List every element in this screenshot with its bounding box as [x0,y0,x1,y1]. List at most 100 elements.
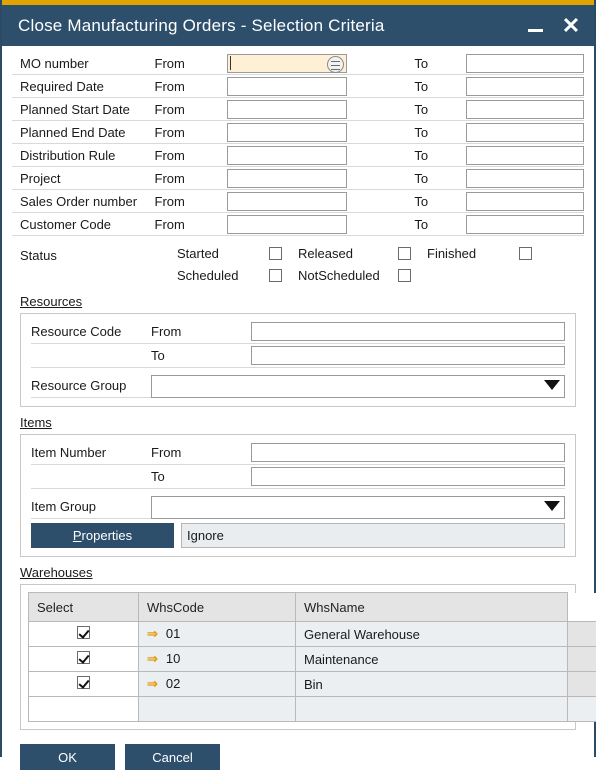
close-button[interactable]: ✕ [558,13,584,39]
table-row: ⇒02 Bin [29,672,596,697]
mo-number-to-wrap [466,54,584,73]
resource-group-select[interactable] [151,375,565,398]
resource-code-from-label: From [151,320,251,344]
properties-accel-letter: P [73,528,82,543]
project-from-input[interactable] [227,169,347,188]
customer-code-to-input[interactable] [466,215,584,234]
criteria-to-cell [466,98,584,121]
criteria-to-label: To [404,75,466,98]
criteria-label: Required Date [12,75,155,98]
status-notscheduled-label: NotScheduled [298,268,380,283]
properties-value-field[interactable]: Ignore [181,523,565,548]
chevron-down-icon[interactable] [544,380,560,390]
status-finished-checkbox[interactable] [519,247,532,260]
link-arrow-icon[interactable]: ⇒ [147,651,158,667]
table-row: ⇒ 10 Maintenance [29,647,596,672]
criteria-from-label: From [155,144,228,167]
planned-start-date-to-input[interactable] [466,100,584,119]
criteria-row: Customer Code From To [12,213,584,236]
title-bar: Close Manufacturing Orders - Selection C… [2,5,594,46]
row-checkbox[interactable] [77,651,90,664]
resource-group-label: Resource Group [31,374,151,398]
distribution-rule-from-input[interactable] [227,146,347,165]
row-name-cell: General Warehouse [296,622,568,647]
planned-end-date-from-input[interactable] [227,123,347,142]
customer-code-from-input[interactable] [227,215,347,234]
criteria-label: Distribution Rule [12,144,155,167]
project-to-wrap [466,169,584,188]
required-date-from-input[interactable] [227,77,347,96]
row-checkbox[interactable] [77,626,90,639]
row-code-value: 01 [166,626,180,641]
status-finished-label: Finished [427,246,476,261]
criteria-row: MO number From To [12,52,584,75]
sales-order-number-to-input[interactable] [466,192,584,211]
row-name-cell: Bin [296,672,568,697]
choose-from-list-icon[interactable] [327,56,344,73]
planned-end-date-to-input[interactable] [466,123,584,142]
row-select-cell[interactable] [29,697,139,722]
resource-code-label: Resource Code [31,320,151,344]
distribution-rule-to-wrap [466,146,584,165]
table-row-empty [29,697,596,722]
item-group-select-wrap [151,496,565,519]
warehouses-heading: Warehouses [20,565,584,580]
item-number-from-input[interactable] [251,443,565,462]
criteria-row: Sales Order number From To [12,190,584,213]
row-code-value: 10 [166,651,180,666]
properties-button[interactable]: Properties [31,523,174,548]
minimize-icon [528,29,543,32]
resource-code-from-cell [251,320,565,344]
ok-button[interactable]: OK [20,744,115,770]
chevron-down-icon[interactable] [544,501,560,511]
link-arrow-icon[interactable]: ⇒ [147,676,158,692]
criteria-to-cell [466,167,584,190]
criteria-from-cell [227,121,404,144]
resource-code-from-input[interactable] [251,322,565,341]
criteria-to-label: To [404,167,466,190]
item-group-select[interactable] [151,496,565,519]
distribution-rule-to-input[interactable] [466,146,584,165]
minimize-button[interactable] [522,13,548,39]
column-header-whsname[interactable]: WhsName [296,593,568,622]
row-select-cell[interactable] [29,672,139,697]
dialog-body: MO number From To [2,46,594,736]
criteria-label: Sales Order number [12,190,155,213]
mo-number-from-wrap [227,54,347,73]
warehouses-table: Select WhsCode WhsName ⇒ 01 General Wareh… [28,592,596,722]
required-date-to-input[interactable] [466,77,584,96]
item-number-to-input[interactable] [251,467,565,486]
item-number-to-cell [251,465,565,489]
cancel-button[interactable]: Cancel [125,744,220,770]
resource-code-from-row: Resource Code From [31,320,565,344]
item-number-to-row: To [31,465,565,489]
status-row-primary: Started Released Finished [177,246,532,261]
row-select-cell[interactable] [29,647,139,672]
status-scheduled-checkbox[interactable] [269,269,282,282]
close-icon: ✕ [562,15,580,37]
status-released-group: Released [298,246,398,261]
sales-order-number-from-input[interactable] [227,192,347,211]
status-section: Status Started Released Finished Schedul… [12,246,584,292]
criteria-from-label: From [155,121,228,144]
row-select-cell[interactable] [29,622,139,647]
mo-number-to-input[interactable] [466,54,584,73]
table-row: ⇒ 01 General Warehouse [29,622,596,647]
resource-group-row: Resource Group [31,374,565,398]
status-notscheduled-checkbox[interactable] [398,269,411,282]
column-header-whscode[interactable]: WhsCode [139,593,296,622]
criteria-to-cell [466,75,584,98]
resource-code-to-input[interactable] [251,346,565,365]
link-arrow-icon[interactable]: ⇒ [147,626,158,642]
status-released-checkbox[interactable] [398,247,411,260]
planned-start-date-from-input[interactable] [227,100,347,119]
row-name-cell [296,697,568,722]
column-header-select[interactable]: Select [29,593,139,622]
row-filler-cell [568,622,596,647]
planned-start-date-from-wrap [227,100,347,119]
status-started-checkbox[interactable] [269,247,282,260]
row-checkbox[interactable] [77,676,90,689]
project-to-input[interactable] [466,169,584,188]
criteria-to-cell [466,213,584,236]
row-name-cell: Maintenance [296,647,568,672]
